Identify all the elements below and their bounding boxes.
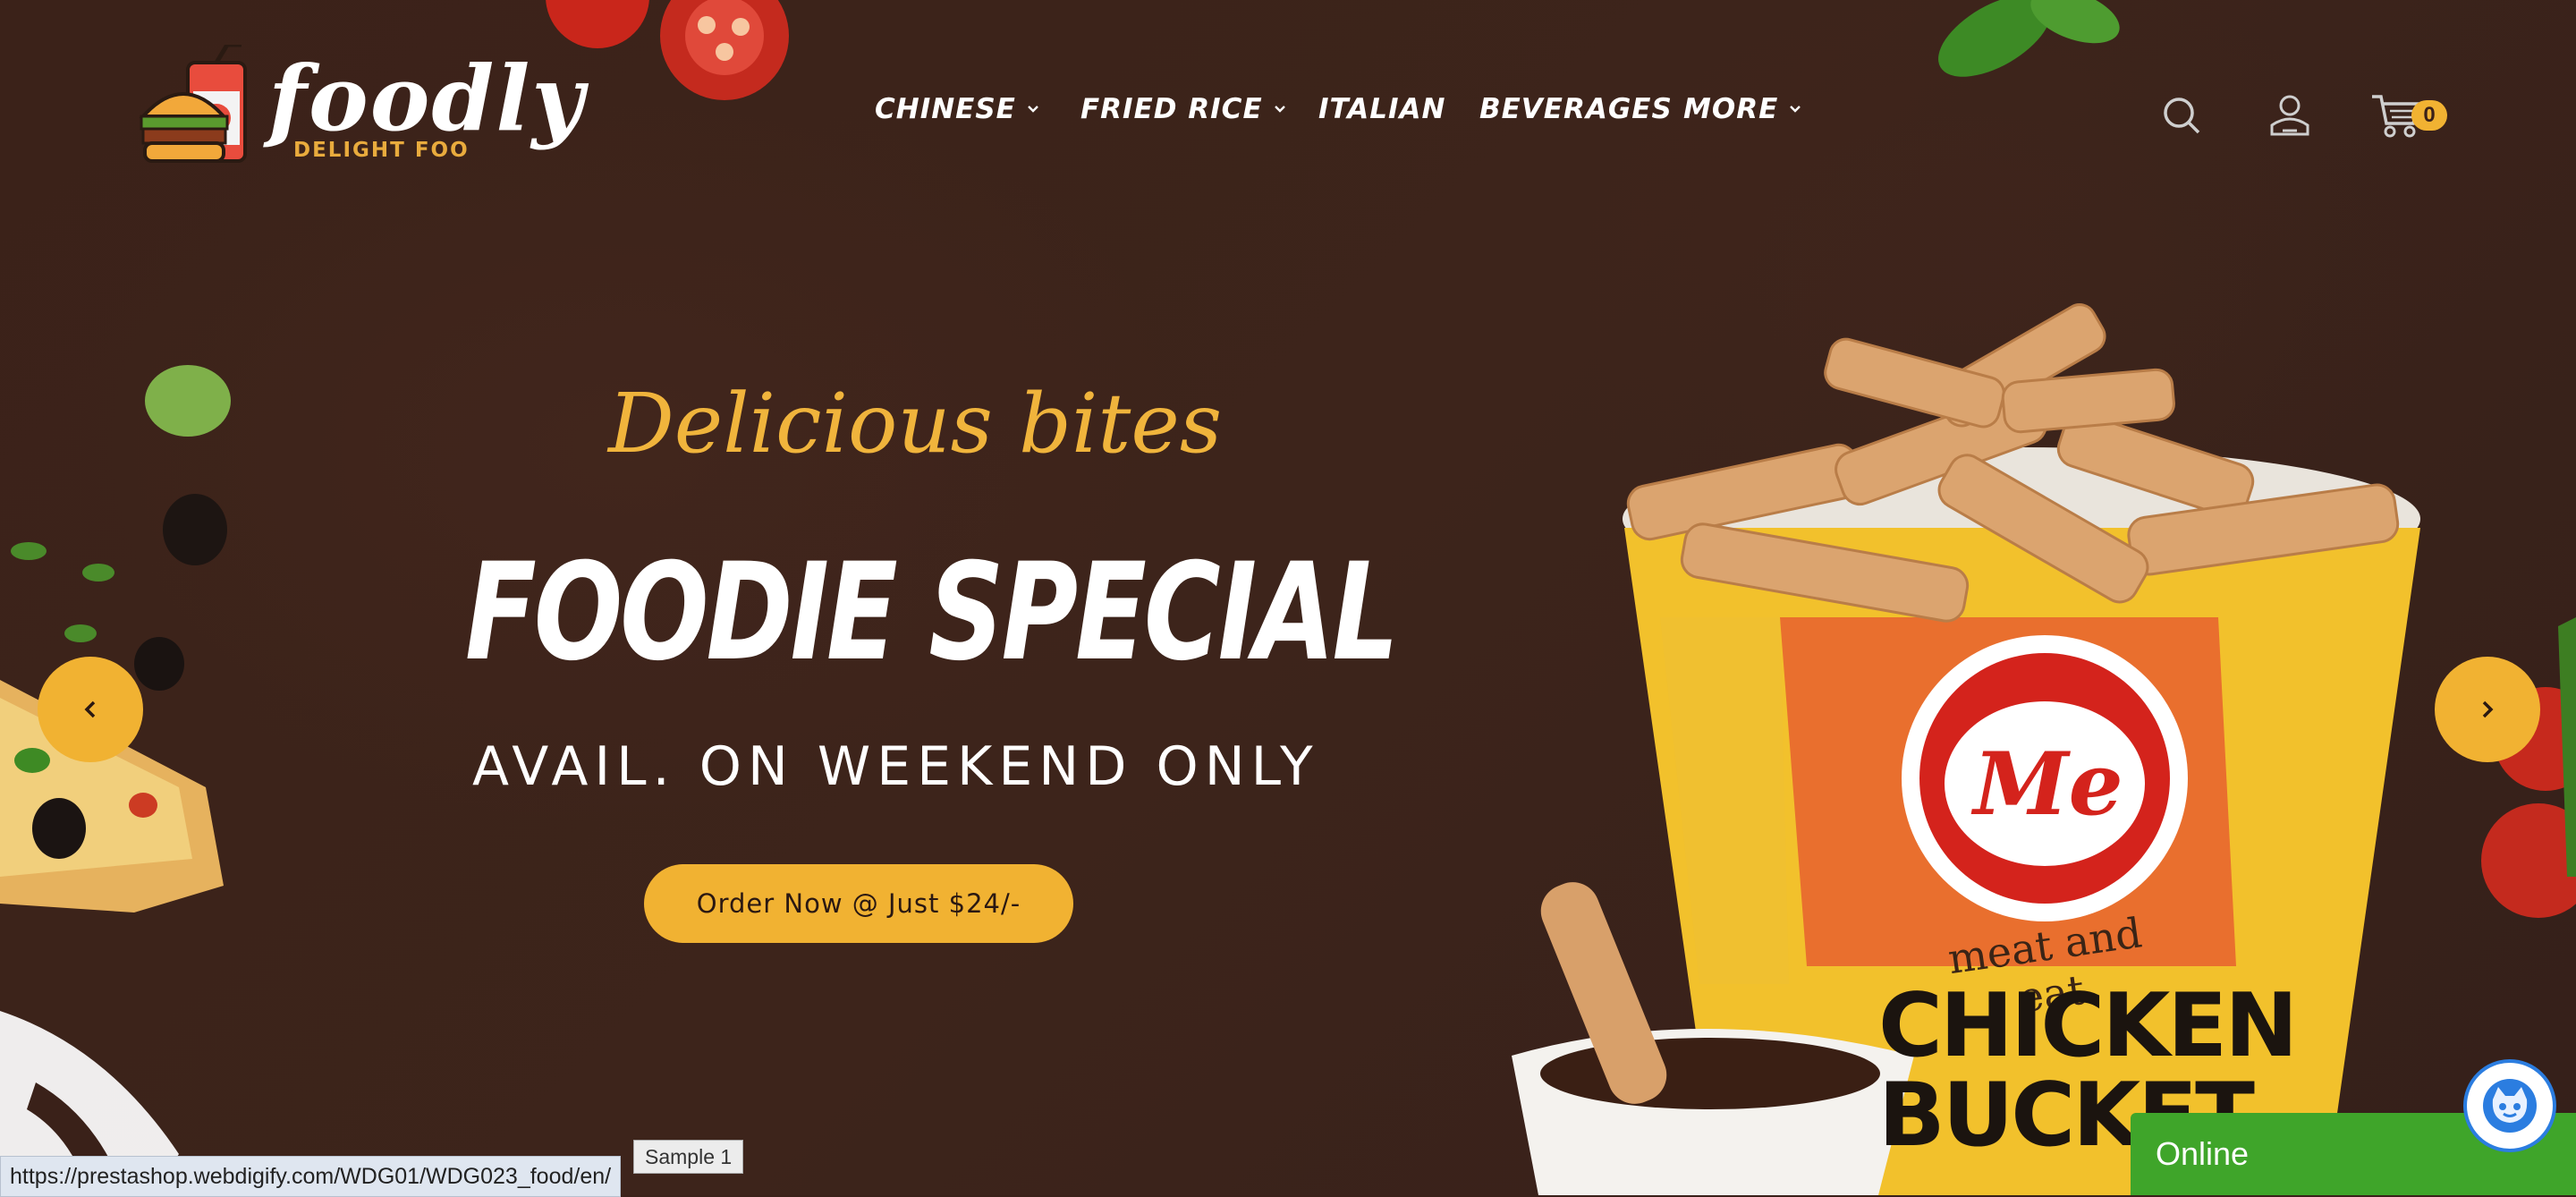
product-brand-mark: Me — [1973, 734, 2123, 835]
burger-drink-icon — [139, 45, 247, 163]
account-button[interactable] — [2265, 89, 2315, 140]
status-bar-url: https://prestashop.webdigify.com/WDG01/W… — [0, 1156, 622, 1197]
nav-item-fried-rice[interactable]: FRIED RICE — [1080, 93, 1286, 125]
user-icon — [2270, 95, 2309, 136]
cart-count-badge: 0 — [2411, 100, 2447, 131]
nav-item-label: ITALIAN — [1318, 93, 1446, 125]
chat-status-label: Online — [2156, 1135, 2250, 1172]
order-now-button[interactable]: Order Now @ Just $24/- — [644, 864, 1073, 943]
sample-label: Sample 1 — [633, 1140, 744, 1174]
nav-item-label: MORE — [1683, 93, 1779, 125]
nav-item-label: CHINESE — [875, 93, 1016, 125]
search-icon — [2164, 98, 2200, 134]
hero-subtitle: AVAIL. ON WEEKEND ONLY — [472, 735, 1319, 798]
chat-bot-icon — [2483, 1079, 2537, 1133]
nav-item-italian[interactable]: ITALIAN — [1318, 93, 1446, 125]
product-name-line1: CHICKEN — [1878, 975, 2298, 1077]
nav-item-more[interactable]: MORE — [1683, 93, 1801, 125]
chevron-right-icon — [2482, 700, 2494, 718]
chat-launcher-button[interactable] — [2463, 1059, 2556, 1152]
nav-item-label: FRIED RICE — [1080, 93, 1263, 125]
chevron-left-icon — [84, 700, 96, 718]
hero-script-heading: Delicious bites — [608, 376, 1223, 471]
nav-item-label: BEVERAGES — [1479, 93, 1673, 125]
chevron-down-icon — [1274, 106, 1285, 113]
logo-wordmark: foodly — [268, 46, 586, 151]
nav-item-chinese[interactable]: CHINESE — [875, 93, 1039, 125]
carousel-next-button[interactable] — [2435, 657, 2540, 762]
chevron-down-icon — [1790, 106, 1801, 113]
site-logo[interactable]: foodly DELIGHT FOO — [134, 45, 583, 188]
nav-item-beverages[interactable]: BEVERAGES — [1479, 93, 1673, 125]
hero-title: FOODIE SPECIAL — [465, 535, 1399, 691]
search-button[interactable] — [2157, 89, 2207, 140]
carousel-prev-button[interactable] — [38, 657, 143, 762]
logo-tagline: DELIGHT FOO — [293, 139, 470, 162]
chevron-down-icon — [1028, 106, 1038, 113]
